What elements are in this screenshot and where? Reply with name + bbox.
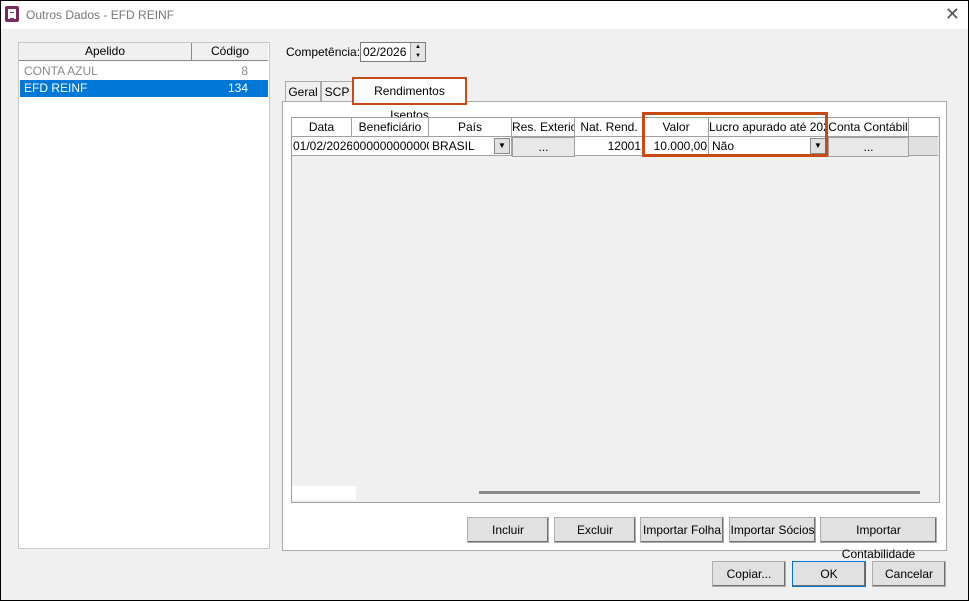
column-header-filler — [909, 118, 938, 137]
window: Outros Dados - EFD REINF ✕ Apelido Códig… — [0, 0, 969, 601]
competencia-label: Competência: — [286, 45, 361, 59]
conta-contabil-button[interactable]: ... — [828, 137, 909, 157]
excluir-button[interactable]: Excluir — [554, 517, 636, 543]
app-icon — [5, 6, 19, 22]
column-header-pais[interactable]: País — [429, 118, 512, 137]
cancelar-button[interactable]: Cancelar — [872, 561, 946, 587]
res-exterior-button[interactable]: ... — [512, 137, 575, 157]
list-item-name: CONTA AZUL — [24, 64, 98, 78]
tab-rendimentos-isentos[interactable]: Rendimentos Isentos — [352, 77, 467, 122]
column-header-nat-rend[interactable]: Nat. Rend. — [575, 118, 644, 137]
importar-folha-button[interactable]: Importar Folha — [640, 517, 724, 543]
column-header-beneficiario[interactable]: Beneficiário — [352, 118, 429, 137]
spin-down-icon[interactable]: ▼ — [411, 52, 425, 61]
cell-pais[interactable]: BRASIL ▼ — [429, 137, 512, 156]
incluir-button[interactable]: Incluir — [467, 517, 549, 543]
spinner-buttons[interactable]: ▲ ▼ — [410, 43, 425, 61]
list-item-name: EFD REINF — [24, 81, 88, 95]
tab-scp[interactable]: SCP — [321, 81, 353, 102]
pais-select-value: BRASIL — [432, 139, 475, 153]
ok-button[interactable]: OK — [792, 561, 866, 587]
competencia-spinner[interactable]: 02/2026 ▲ ▼ — [360, 42, 426, 62]
companies-list[interactable]: Apelido Código CONTA AZUL 8 EFD REINF 13… — [18, 42, 270, 549]
column-header-data[interactable]: Data — [292, 118, 352, 137]
importar-contabilidade-button[interactable]: Importar Contabilidade — [820, 517, 937, 561]
chevron-down-icon[interactable]: ▼ — [810, 138, 826, 154]
list-item-code: 134 — [227, 81, 248, 95]
cell-beneficiario[interactable]: 000000000000 — [352, 137, 430, 156]
column-header-valor[interactable]: Valor — [644, 118, 709, 137]
rendimentos-grid[interactable]: Data Beneficiário País Res. Exterior Nat… — [291, 117, 940, 503]
list-item-selected[interactable]: EFD REINF 134 — [20, 80, 268, 97]
competencia-value: 02/2026 — [363, 45, 407, 59]
importar-socios-button[interactable]: Importar Sócios — [729, 517, 816, 543]
column-header-res-exterior[interactable]: Res. Exterior — [512, 118, 575, 137]
cell-filler — [909, 137, 938, 156]
list-item[interactable]: CONTA AZUL 8 — [20, 63, 268, 80]
grid-corner — [292, 486, 356, 500]
column-header-lucro[interactable]: Lucro apurado até 2025 — [709, 118, 828, 137]
cell-valor[interactable]: 10.000,00 — [644, 137, 709, 156]
list-item-code: 8 — [241, 64, 248, 78]
spin-up-icon[interactable]: ▲ — [411, 43, 425, 52]
title-bar: Outros Dados - EFD REINF ✕ — [1, 1, 968, 29]
horizontal-scrollbar[interactable] — [479, 491, 920, 494]
cell-lucro[interactable]: Não ▼ — [709, 137, 828, 156]
cell-nat-rend[interactable]: 12001 — [575, 137, 644, 156]
cell-data[interactable]: 01/02/2026 — [292, 137, 353, 156]
copiar-button[interactable]: Copiar... — [712, 561, 786, 587]
close-icon[interactable]: ✕ — [945, 4, 960, 25]
tab-geral[interactable]: Geral — [285, 81, 321, 102]
chevron-down-icon[interactable]: ▼ — [494, 138, 510, 154]
column-header-apelido[interactable]: Apelido — [19, 43, 192, 61]
column-header-conta-contabil[interactable]: Conta Contábil — [828, 118, 909, 137]
column-header-codigo[interactable]: Código — [192, 43, 268, 61]
lucro-select-value: Não — [712, 139, 735, 153]
window-title: Outros Dados - EFD REINF — [26, 8, 175, 22]
